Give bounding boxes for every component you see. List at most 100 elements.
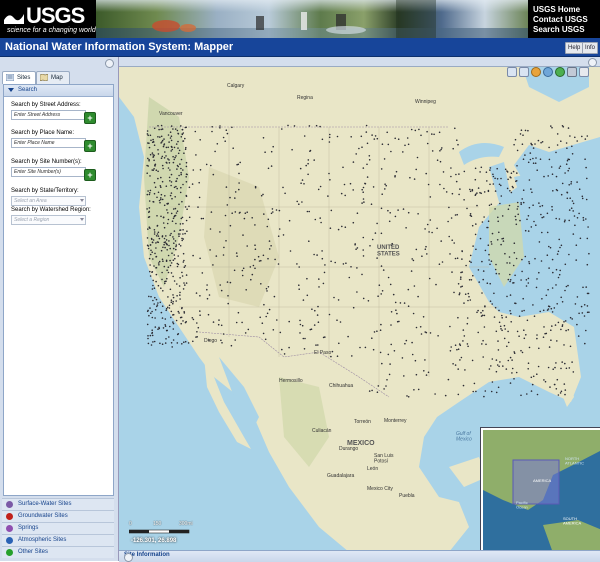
- add-street-address-button[interactable]: +: [84, 112, 96, 124]
- pan-icon[interactable]: [567, 67, 577, 77]
- site-type-label: Groundwater Sites: [18, 513, 68, 519]
- header-links: USGS Home Contact USGS Search USGS: [533, 5, 599, 35]
- watershed-region-field: Search by Watershed Region: Select a Reg…: [11, 207, 103, 225]
- search-usgs-link[interactable]: Search USGS: [533, 25, 599, 35]
- add-site-number-button[interactable]: +: [84, 169, 96, 181]
- map-label-culiacan: Culiacán: [312, 428, 332, 434]
- map-top-bar: [119, 57, 600, 67]
- logo-tagline: science for a changing world: [7, 27, 96, 34]
- site-type-groundwater[interactable]: Groundwater Sites: [2, 510, 114, 522]
- header-photo-banner: [96, 0, 528, 38]
- map-label-monterrey: Monterrey: [384, 418, 407, 424]
- usgs-logo[interactable]: USGS science for a changing world: [4, 3, 96, 35]
- contact-usgs-link[interactable]: Contact USGS: [533, 15, 599, 25]
- surface-water-marker-icon: [6, 501, 13, 508]
- zoom-out-box-icon[interactable]: [519, 67, 529, 77]
- map-label-winnipeg: Winnipeg: [415, 99, 436, 105]
- search-panel-title: Search: [18, 87, 38, 93]
- app-title-bar: National Water Information System: Mappe…: [0, 38, 600, 57]
- logo-text: USGS: [26, 3, 85, 28]
- state-territory-placeholder: Select an Area: [14, 198, 47, 204]
- usgs-header: USGS science for a changing world USGS H…: [0, 0, 600, 38]
- site-type-list: Surface-Water Sites Groundwater Sites Sp…: [2, 498, 114, 558]
- tab-sites-label: Sites: [17, 75, 31, 81]
- add-place-name-button[interactable]: +: [84, 140, 96, 152]
- site-type-label: Atmospheric Sites: [18, 537, 67, 543]
- site-number-input[interactable]: Enter Site Number(s): [11, 167, 86, 177]
- sidebar-collapse-bar: [0, 57, 118, 69]
- cursor-coordinates: -126.301, 26.898: [131, 538, 177, 544]
- inset-label-america: AMERICA: [533, 478, 552, 483]
- other-sites-marker-icon: [6, 549, 13, 556]
- site-type-atmospheric[interactable]: Atmospheric Sites: [2, 534, 114, 546]
- state-territory-select[interactable]: Select an Area: [11, 196, 86, 206]
- watershed-region-select[interactable]: Select a Region: [11, 215, 86, 225]
- next-extent-icon[interactable]: [543, 67, 553, 77]
- identify-icon[interactable]: [579, 67, 589, 77]
- map-label-chihuahua: Chihuahua: [329, 383, 353, 389]
- site-type-other[interactable]: Other Sites: [2, 546, 114, 558]
- place-name-label: Search by Place Name:: [11, 130, 75, 136]
- map-label-hermosillo: Hermosillo: [279, 378, 303, 384]
- watershed-region-label: Search by Watershed Region:: [11, 207, 91, 213]
- sidebar: Sites Map Search Search by Street Addres…: [0, 57, 119, 561]
- map-label-calgary: Calgary: [227, 83, 245, 89]
- map-icon: [40, 74, 48, 81]
- collapse-map-icon[interactable]: [588, 58, 597, 67]
- search-panel-header[interactable]: Search: [4, 85, 113, 97]
- tab-map[interactable]: Map: [36, 71, 70, 84]
- search-panel: Search Search by Street Address: Enter S…: [3, 84, 114, 496]
- map-label-gulf-of-mexico: Gulf of Mexico: [456, 431, 472, 443]
- street-address-input[interactable]: Enter Street Address: [11, 110, 86, 120]
- map-view[interactable]: Calgary Regina Winnipeg Vancouver Diego …: [119, 57, 600, 552]
- usgs-home-link[interactable]: USGS Home: [533, 5, 599, 15]
- scale-label-150: 150: [153, 521, 162, 527]
- usgs-wave-icon: [4, 14, 24, 24]
- map-label-puebla: Puebla: [399, 493, 415, 499]
- site-type-surface-water[interactable]: Surface-Water Sites: [2, 498, 114, 510]
- map-label-mexico-city: Mexico City: [367, 486, 393, 492]
- zoom-in-box-icon[interactable]: [507, 67, 517, 77]
- state-territory-label: Search by State/Territory:: [11, 188, 79, 194]
- map-label-vancouver: Vancouver: [159, 111, 183, 117]
- map-label-united-states: UNITED STATES: [377, 245, 400, 258]
- scale-label-0: 0: [129, 521, 132, 527]
- map-label-torreon: Torreón: [354, 419, 371, 425]
- site-type-springs[interactable]: Springs: [2, 522, 114, 534]
- previous-extent-icon[interactable]: [531, 67, 541, 77]
- site-type-label: Other Sites: [18, 549, 49, 555]
- watershed-region-placeholder: Select a Region: [14, 217, 50, 223]
- info-button[interactable]: Info: [582, 42, 599, 54]
- map-label-san-luis-potosi: San Luis Potosí: [374, 453, 394, 465]
- list-icon: [6, 74, 14, 81]
- expand-arrow-icon: [8, 88, 14, 92]
- map-label-regina: Regina: [297, 95, 313, 101]
- groundwater-marker-icon: [6, 513, 13, 520]
- app-title: National Water Information System: Mappe…: [5, 41, 234, 53]
- chevron-down-icon: [80, 218, 84, 221]
- help-button[interactable]: Help: [565, 42, 584, 54]
- site-type-label: Surface-Water Sites: [18, 501, 72, 507]
- inset-label-pacific: Pacific Ocean: [516, 500, 528, 509]
- sidebar-tabs: Sites Map: [2, 71, 116, 84]
- tab-map-label: Map: [51, 75, 63, 81]
- collapse-sidebar-icon[interactable]: [105, 59, 114, 68]
- inset-label-south-america: SOUTH AMERICA: [563, 516, 582, 525]
- place-name-input[interactable]: Enter Place Name: [11, 138, 86, 148]
- overview-map[interactable]: NORTH ATLANTIC AMERICA Pacific Ocean SOUTH…: [480, 427, 600, 552]
- site-type-label: Springs: [18, 525, 39, 531]
- map-label-el-paso: El Paso: [314, 350, 331, 356]
- map-label-leon: León: [367, 466, 378, 472]
- site-information-panel[interactable]: Site Information: [119, 550, 600, 562]
- state-territory-field: Search by State/Territory: Select an Are…: [11, 188, 103, 206]
- street-address-label: Search by Street Address:: [11, 102, 81, 108]
- scale-label-300mi: 300mi: [179, 521, 193, 527]
- springs-marker-icon: [6, 525, 13, 532]
- full-extent-icon[interactable]: [555, 67, 565, 77]
- chevron-down-icon: [80, 199, 84, 202]
- tab-sites[interactable]: Sites: [2, 71, 36, 84]
- map-label-diego: Diego: [204, 338, 217, 344]
- site-number-label: Search by Site Number(s):: [11, 159, 82, 165]
- map-label-mexico: MEXICO: [347, 440, 375, 447]
- atmospheric-marker-icon: [6, 537, 13, 544]
